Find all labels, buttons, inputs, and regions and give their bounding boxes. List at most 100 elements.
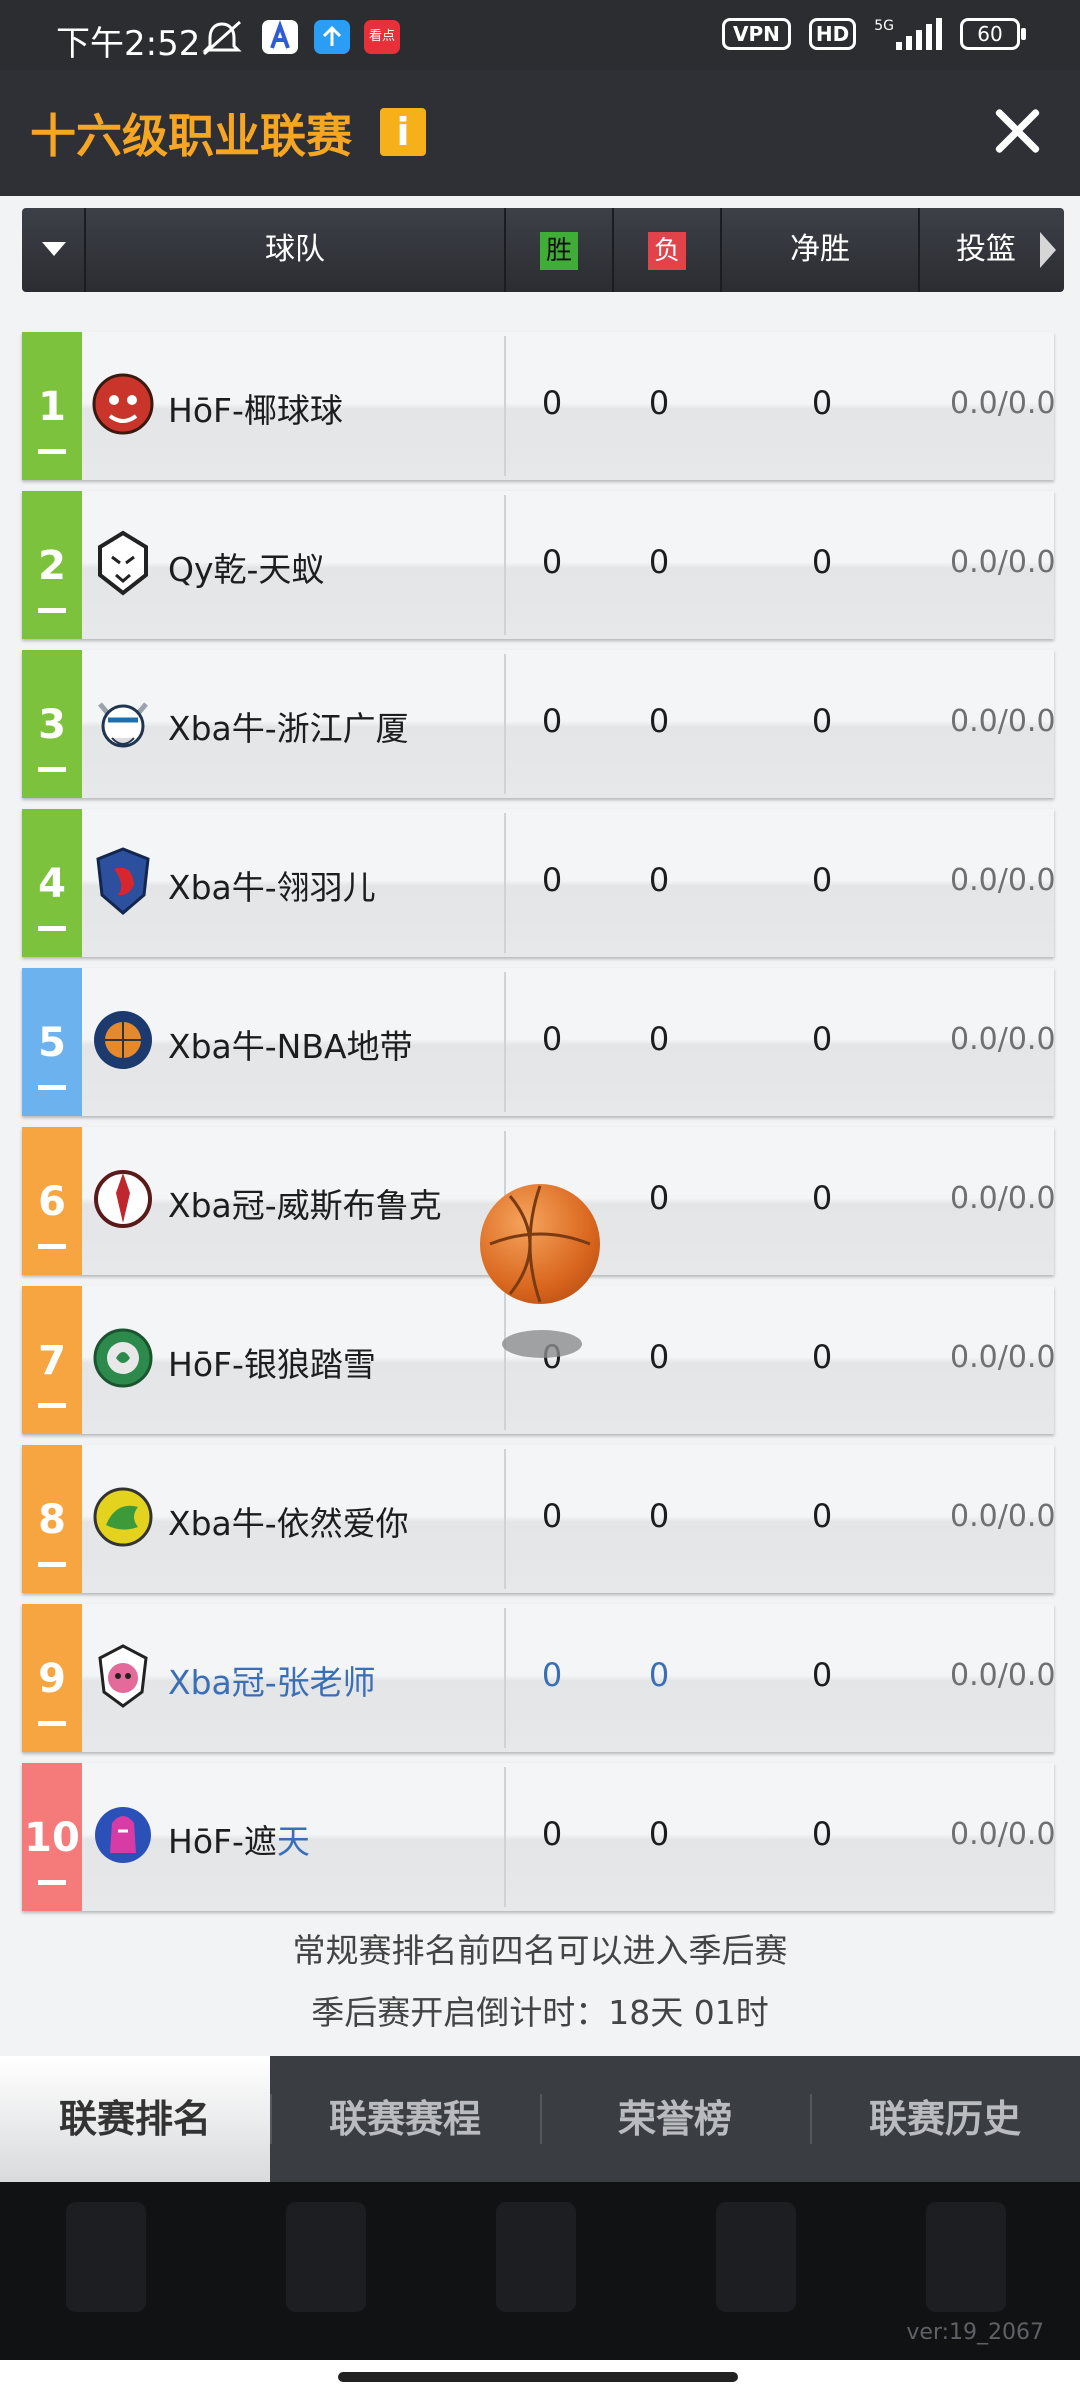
- dock-item: [286, 2202, 366, 2312]
- header-wins[interactable]: 胜: [506, 208, 614, 292]
- playoff-countdown-text: 季后赛开启倒计时：18天 01时: [311, 1993, 769, 2032]
- rank-badge: 6: [22, 1127, 82, 1275]
- info-icon[interactable]: i: [380, 108, 426, 156]
- losses-value: 0: [648, 861, 670, 899]
- bottom-tabs: 联赛排名 联赛赛程 荣誉榜 联赛历史: [0, 2056, 1080, 2182]
- clock: 下午2:52: [56, 24, 201, 64]
- scroll-right-icon[interactable]: [1040, 232, 1056, 268]
- losses-value: 0: [648, 1179, 670, 1217]
- rank-badge: 3: [22, 650, 82, 798]
- dimmed-dock: ver:19_2067: [0, 2182, 1080, 2360]
- rank-badge: 5: [22, 968, 82, 1116]
- ball-shadow: [502, 1330, 582, 1358]
- wins-value: 0: [541, 1656, 563, 1694]
- header-team[interactable]: 球队: [86, 208, 506, 292]
- tab-history[interactable]: 联赛历史: [810, 2056, 1080, 2182]
- rank-badge: 4: [22, 809, 82, 957]
- shooting-value: 0.0/0.0: [950, 545, 1054, 580]
- losses-value: 0: [648, 1815, 670, 1853]
- header-losses[interactable]: 负: [614, 208, 722, 292]
- table-row[interactable]: 4 Xba牛-翎羽儿 0 0 0 0.0/0.0: [22, 809, 1054, 957]
- shooting-value: 0.0/0.0: [950, 863, 1054, 898]
- losses-value: 0: [648, 384, 670, 422]
- table-row[interactable]: 3 Xba牛-浙江广厦 0 0 0 0.0/0.0: [22, 650, 1054, 798]
- net-value: 0: [811, 1815, 833, 1853]
- wins-value: 0: [541, 1815, 563, 1853]
- dock-item: [926, 2202, 1006, 2312]
- table-row[interactable]: 9 Xba冠-张老师 0 0 0 0.0/0.0: [22, 1604, 1054, 1752]
- team-name: Xba冠-威斯布鲁克: [168, 1186, 442, 1225]
- tab-schedule[interactable]: 联赛赛程: [270, 2056, 540, 2182]
- trend-flat-icon: [38, 1403, 66, 1408]
- team-name: Xba牛-翎羽儿: [168, 868, 376, 907]
- dragon-logo-icon: [93, 1487, 153, 1547]
- trend-flat-icon: [38, 608, 66, 613]
- trend-flat-icon: [38, 1562, 66, 1567]
- rank-badge: 2: [22, 491, 82, 639]
- team-name: HōF-椰球球: [168, 391, 343, 430]
- trend-flat-icon: [38, 767, 66, 772]
- net-value: 0: [811, 1656, 833, 1694]
- page-title: 十六级职业联赛: [30, 109, 352, 163]
- table-row[interactable]: 5 Xba牛-NBA地带 0 0 0 0.0/0.0: [22, 968, 1054, 1116]
- tiger-logo-icon: [92, 373, 154, 435]
- trend-flat-icon: [38, 1721, 66, 1726]
- signal-icon: 5G: [874, 18, 942, 50]
- team-name: Xba牛-NBA地带: [168, 1027, 413, 1066]
- net-value: 0: [811, 1179, 833, 1217]
- rank-badge: 8: [22, 1445, 82, 1593]
- news-app-icon: 看点: [364, 20, 400, 54]
- table-row[interactable]: 10 HōF-遮天 0 0 0 0.0/0.0: [22, 1763, 1054, 1911]
- boar-logo-icon: [98, 1644, 148, 1708]
- rank-badge: 7: [22, 1286, 82, 1434]
- table-row[interactable]: 1 HōF-椰球球 0 0 0 0.0/0.0: [22, 332, 1054, 480]
- losses-value: 0: [648, 702, 670, 740]
- tab-honors[interactable]: 荣誉榜: [540, 2056, 810, 2182]
- losses-value: 0: [648, 1338, 670, 1376]
- trend-flat-icon: [38, 926, 66, 931]
- basketball-logo-icon: [94, 1011, 152, 1069]
- tab-standings[interactable]: 联赛排名: [0, 2056, 270, 2182]
- bird-shield-logo-icon: [96, 847, 150, 915]
- losses-value: 0: [648, 1020, 670, 1058]
- knight-logo-icon: [95, 1807, 151, 1863]
- viking-logo-icon: [98, 702, 148, 748]
- trend-flat-icon: [38, 1880, 66, 1885]
- losses-value: 0: [648, 1497, 670, 1535]
- shooting-value: 0.0/0.0: [950, 1022, 1054, 1057]
- version-label: ver:19_2067: [906, 2320, 1044, 2345]
- dock-item: [716, 2202, 796, 2312]
- wins-value: 0: [541, 543, 563, 581]
- home-indicator[interactable]: [338, 2372, 738, 2382]
- trend-flat-icon: [38, 1085, 66, 1090]
- close-icon[interactable]: [992, 106, 1042, 156]
- wins-value: 0: [541, 861, 563, 899]
- basketball-icon[interactable]: [480, 1184, 600, 1304]
- trend-flat-icon: [38, 1244, 66, 1249]
- app-a-icon: [262, 20, 298, 54]
- hd-badge: HD: [808, 18, 857, 50]
- standings-list: 1 HōF-椰球球 0 0 0 0.0/0.0 2 Qy乾-天蚁 0 0 0 0…: [22, 332, 1054, 1922]
- net-value: 0: [811, 543, 833, 581]
- dock-item: [66, 2202, 146, 2312]
- losses-value: 0: [648, 543, 670, 581]
- shooting-value: 0.0/0.0: [950, 1817, 1054, 1852]
- net-value: 0: [811, 1497, 833, 1535]
- rank-badge: 9: [22, 1604, 82, 1752]
- shooting-value: 0.0/0.0: [950, 704, 1054, 739]
- status-right: VPN HD 5G 60: [722, 18, 1026, 50]
- wins-value: 0: [541, 1497, 563, 1535]
- sort-dropdown-button[interactable]: [22, 208, 86, 292]
- table-row[interactable]: 8 Xba牛-依然爱你 0 0 0 0.0/0.0: [22, 1445, 1054, 1593]
- losses-value: 0: [648, 1656, 670, 1694]
- table-row[interactable]: 7 HōF-银狼踏雪 0 0 0 0.0/0.0: [22, 1286, 1054, 1434]
- header-net[interactable]: 净胜: [722, 208, 920, 292]
- team-name: HōF-遮天: [168, 1822, 310, 1861]
- shooting-value: 0.0/0.0: [950, 1499, 1054, 1534]
- shooting-value: 0.0/0.0: [950, 1181, 1054, 1216]
- team-name: Qy乾-天蚁: [168, 550, 325, 589]
- table-row[interactable]: 2 Qy乾-天蚁 0 0 0 0.0/0.0: [22, 491, 1054, 639]
- vpn-badge: VPN: [722, 18, 791, 50]
- shooting-value: 0.0/0.0: [950, 386, 1054, 421]
- team-name: HōF-银狼踏雪: [168, 1345, 376, 1384]
